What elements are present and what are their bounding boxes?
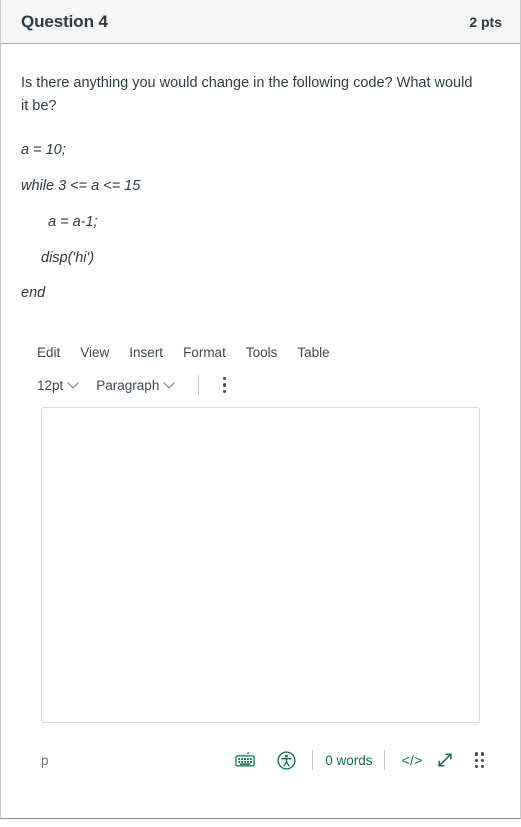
menu-tools[interactable]: Tools: [238, 341, 286, 364]
chevron-down-icon: [165, 379, 174, 388]
chevron-down-icon: [69, 379, 78, 388]
menu-view[interactable]: View: [72, 341, 117, 364]
dot: [222, 376, 227, 381]
question-container: Question 4 2 pts Is there anything you w…: [0, 0, 521, 819]
code-line: a = a-1;: [48, 213, 98, 230]
word-count[interactable]: 0 words: [323, 753, 374, 768]
dot: [480, 758, 484, 762]
editor-toolbar: 12pt Paragraph: [21, 367, 500, 403]
page-title: Question 4: [21, 11, 108, 31]
question-body: Is there anything you would change in th…: [1, 44, 520, 818]
statusbar-right-group: 0 words </>: [229, 746, 484, 774]
font-size-select[interactable]: 12pt: [29, 374, 86, 397]
code-line: while 3 <= a <= 15: [21, 177, 141, 194]
dot: [222, 389, 227, 394]
code-line: disp('hi'): [41, 249, 95, 266]
block-format-value: Paragraph: [96, 377, 160, 393]
statusbar-divider: [312, 750, 314, 771]
menu-insert[interactable]: Insert: [121, 341, 171, 364]
code-block: a = 10; while 3 <= a <= 15 a = a-1; disp…: [21, 141, 500, 303]
block-format-select[interactable]: Paragraph: [88, 374, 182, 397]
fullscreen-resize-icon[interactable]: [429, 746, 461, 774]
statusbar-divider: [384, 750, 386, 771]
editor-statusbar: p 0 words </>: [21, 739, 500, 781]
dot: [474, 764, 478, 768]
rich-content-editor: Edit View Insert Format Tools Table 12pt…: [21, 337, 500, 818]
menu-table[interactable]: Table: [289, 341, 337, 364]
resize-drag-handle-icon[interactable]: [474, 752, 484, 768]
html-code-toggle-icon[interactable]: </>: [395, 750, 428, 770]
dot: [222, 383, 227, 387]
keyboard-shortcuts-icon[interactable]: [229, 748, 261, 772]
question-header: Question 4 2 pts: [1, 0, 520, 44]
code-line: end: [21, 285, 46, 302]
dot: [480, 752, 484, 756]
element-path-indicator[interactable]: p: [41, 753, 49, 768]
more-options-button[interactable]: [213, 373, 235, 397]
toolbar-divider: [198, 375, 200, 396]
font-size-value: 12pt: [37, 377, 64, 393]
accessibility-checker-icon[interactable]: [271, 747, 302, 774]
question-prompt: Is there anything you would change in th…: [21, 75, 473, 115]
code-line: a = 10;: [21, 141, 66, 158]
dot: [474, 758, 478, 762]
dot: [474, 752, 478, 756]
editor-menubar: Edit View Insert Format Tools Table: [21, 337, 500, 367]
dot: [480, 764, 484, 768]
menu-edit[interactable]: Edit: [29, 341, 68, 364]
question-points-badge: 2 pts: [469, 13, 502, 30]
answer-text-area[interactable]: [41, 407, 480, 724]
menu-format[interactable]: Format: [175, 341, 234, 364]
